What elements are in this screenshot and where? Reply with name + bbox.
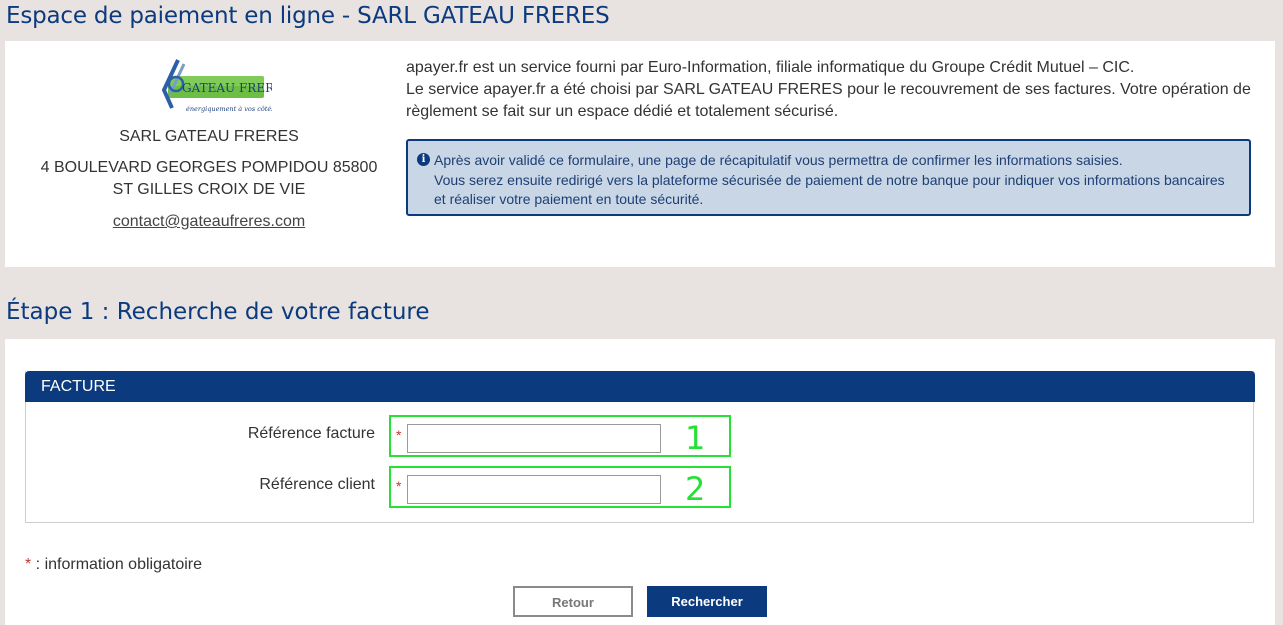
back-button[interactable]: Retour	[513, 586, 633, 617]
service-line-1: apayer.fr est un service fourni par Euro…	[406, 59, 1135, 76]
page-title: Espace de paiement en ligne - SARL GATEA…	[6, 3, 610, 29]
merchant-panel: GATEAU FRERES énergiquement à vos côtés …	[5, 41, 1275, 267]
invoice-reference-label: Référence facture	[247, 425, 375, 442]
merchant-logo: GATEAU FRERES énergiquement à vos côtés	[161, 59, 272, 113]
client-reference-row: Référence client * 2	[26, 466, 1255, 508]
facture-header: FACTURE	[25, 371, 1255, 402]
required-star: *	[396, 478, 402, 494]
annotation-frame-1: * 1	[389, 415, 731, 457]
search-panel: FACTURE Référence facture * 1 Référence …	[5, 339, 1275, 625]
info-notice: i Après avoir validé ce formulaire, une …	[406, 139, 1251, 216]
annotation-frame-2: * 2	[389, 466, 731, 508]
invoice-reference-input[interactable]	[407, 424, 661, 453]
client-reference-label: Référence client	[259, 476, 375, 493]
info-icon: i	[417, 153, 430, 166]
merchant-name: SARL GATEAU FRERES	[119, 128, 299, 145]
required-star: *	[396, 427, 402, 443]
required-note: * : information obligatoire	[25, 556, 202, 574]
search-button[interactable]: Rechercher	[647, 586, 767, 617]
logo-tagline: énergiquement à vos côtés	[186, 105, 272, 113]
logo-text: GATEAU FRERES	[182, 81, 272, 95]
annotation-number-2: 2	[685, 470, 706, 508]
client-reference-input[interactable]	[407, 475, 661, 504]
step-title: Étape 1 : Recherche de votre facture	[6, 299, 430, 325]
invoice-reference-row: Référence facture * 1	[26, 415, 1255, 457]
info-line-2: Vous serez ensuite redirigé vers la plat…	[434, 171, 1225, 208]
merchant-email-link[interactable]: contact@gateaufreres.com	[5, 213, 413, 231]
info-line-1: Après avoir validé ce formulaire, une pa…	[434, 152, 1123, 168]
annotation-number-1: 1	[685, 419, 706, 457]
service-description: apayer.fr est un service fourni par Euro…	[406, 57, 1256, 123]
required-note-text: : information obligatoire	[31, 556, 202, 573]
merchant-address: 4 BOULEVARD GEORGES POMPIDOU 85800 ST GI…	[40, 159, 378, 198]
service-line-2: Le service apayer.fr a été choisi par SA…	[406, 81, 1251, 120]
facture-section: FACTURE Référence facture * 1 Référence …	[25, 371, 1255, 523]
